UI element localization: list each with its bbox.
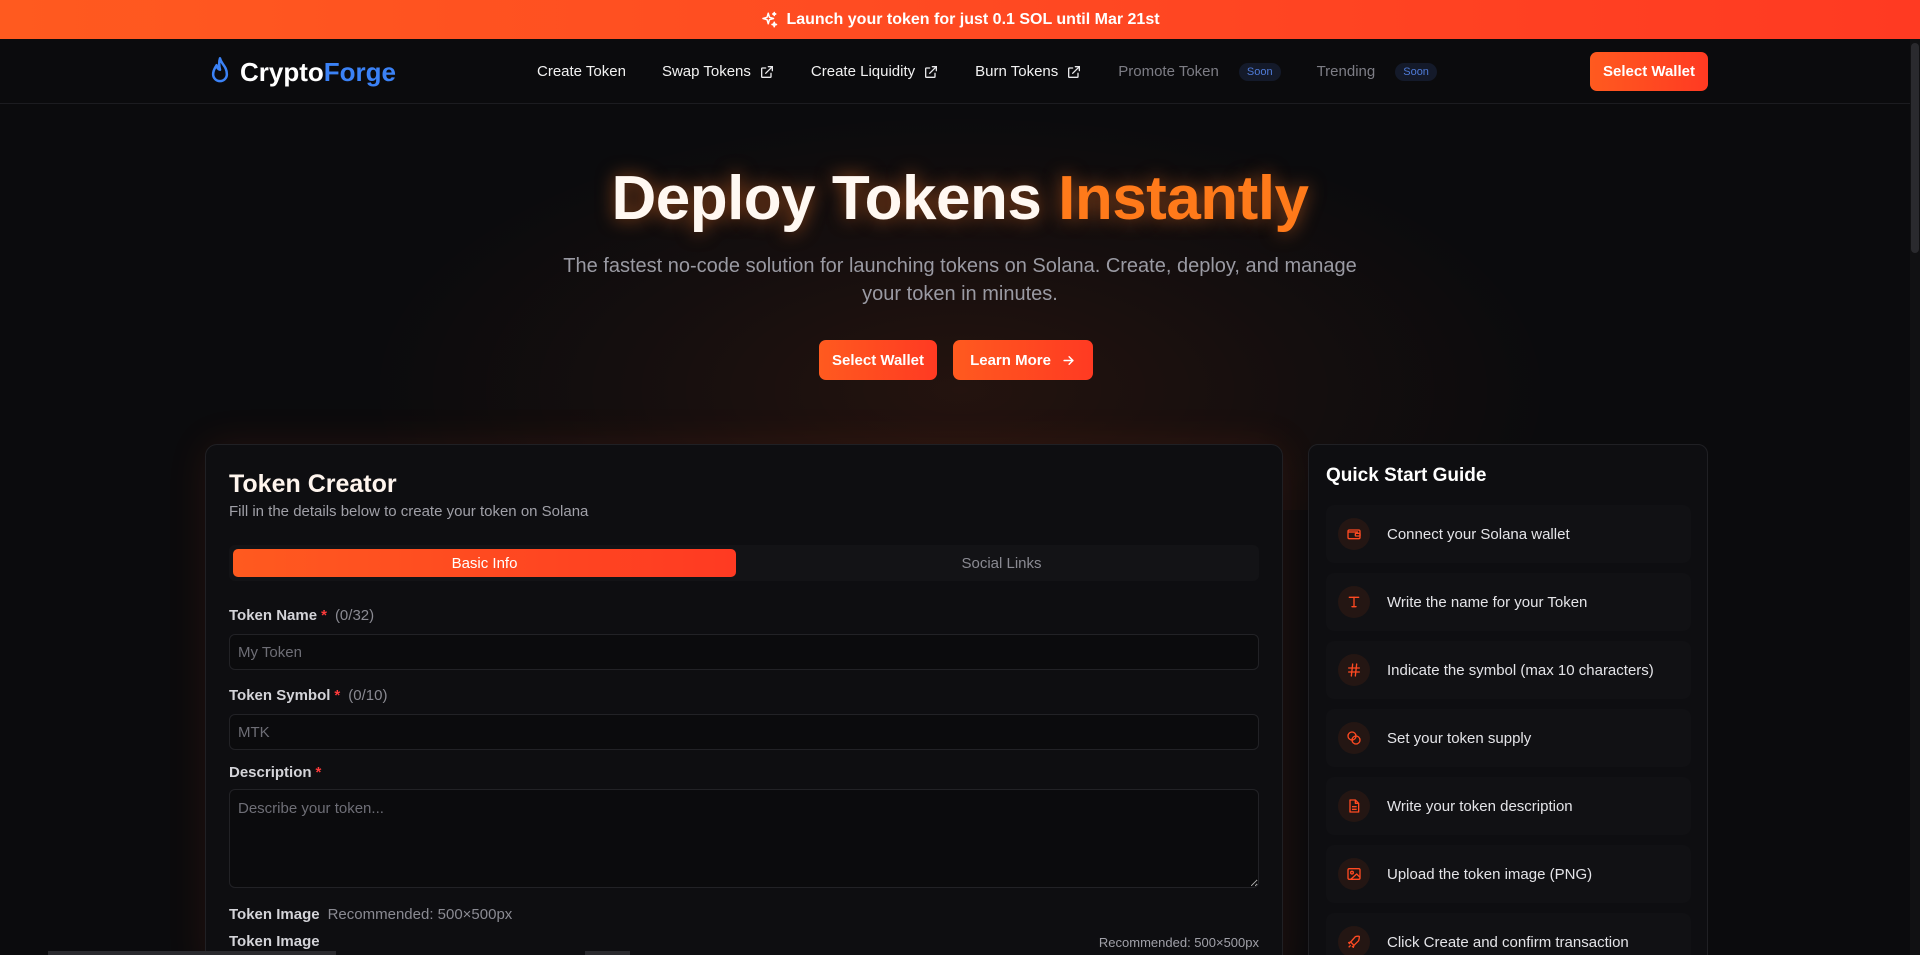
step-text: Set your token supply (1387, 729, 1532, 747)
required-mark: * (321, 607, 327, 624)
creator-tabs: Basic Info Social Links (229, 545, 1259, 581)
nav-label: Swap Tokens (661, 63, 751, 80)
nav-create-token[interactable]: Create Token (537, 63, 626, 80)
nav-select-wallet-button[interactable]: Select Wallet (1590, 52, 1708, 91)
hero-title-part2: Instantly (1058, 164, 1309, 233)
nav-label: Trending (1316, 63, 1376, 80)
hash-icon (1338, 654, 1370, 686)
main-nav: Create Token Swap Tokens Create Liquidit… (537, 39, 1437, 104)
scroll-thumb[interactable] (1911, 43, 1919, 253)
learn-more-button[interactable]: Learn More (953, 340, 1093, 380)
guide-step: Click Create and confirm transaction (1326, 913, 1691, 955)
arrow-right-icon (1063, 355, 1074, 365)
brand-name-part2: Forge (323, 56, 397, 87)
type-icon (1338, 586, 1370, 618)
wallet-icon (1338, 518, 1370, 550)
token-image-label-2: Token Image (229, 933, 320, 950)
guide-title: Quick Start Guide (1326, 465, 1487, 486)
coins-icon (1338, 722, 1370, 754)
card-title: Token Creator (229, 470, 397, 498)
flame-icon (211, 57, 229, 83)
nav-label: Promote Token (1118, 63, 1219, 80)
required-mark: * (315, 764, 322, 781)
soon-badge: Soon (1238, 62, 1281, 81)
token-creator-card: Token Creator Fill in the details below … (205, 444, 1283, 955)
nav-create-liquidity[interactable]: Create Liquidity (811, 63, 939, 80)
top-navbar: Crypto Forge Create Token Swap Tokens Cre… (0, 39, 1920, 104)
hero-subtitle: The fastest no-code solution for launchi… (563, 255, 1357, 305)
hero-title-part1: Deploy Tokens (611, 164, 1042, 233)
image-recommended: Recommended: 500×500px (327, 906, 513, 923)
token-name-label: Token Name * (0/32) (229, 607, 375, 624)
promo-banner: Launch your token for just 0.1 SOL until… (0, 0, 1920, 39)
nav-label: Burn Tokens (975, 63, 1059, 80)
external-link-icon (760, 65, 773, 78)
image-icon (1338, 858, 1370, 890)
step-text: Connect your Solana wallet (1387, 525, 1570, 543)
document-icon (1338, 790, 1370, 822)
char-counter: (0/10) (348, 687, 388, 704)
step-text: Write the name for your Token (1387, 593, 1588, 611)
image-recommended-2: Recommended: 500×500px (1098, 935, 1259, 950)
rocket-icon (1338, 926, 1370, 955)
char-counter: (0/32) (334, 607, 375, 624)
guide-step: Upload the token image (PNG) (1326, 845, 1691, 903)
step-text: Write your token description (1387, 797, 1573, 815)
guide-step: Write your token description (1326, 777, 1691, 835)
guide-step: Indicate the symbol (max 10 characters) (1326, 641, 1691, 699)
brand-logo[interactable]: Crypto Forge (206, 55, 396, 89)
nav-label: Create Token (537, 63, 626, 80)
hero-title: Deploy Tokens Instantly (0, 163, 1920, 234)
horizontal-scroll-track (585, 951, 630, 955)
description-label: Description * (229, 764, 322, 781)
guide-step: Set your token supply (1326, 709, 1691, 767)
brand-name-part1: Crypto (240, 56, 324, 87)
card-subtitle: Fill in the details below to create your… (229, 503, 589, 520)
tab-basic-info[interactable]: Basic Info (233, 549, 736, 577)
hero-select-wallet-button[interactable]: Select Wallet (819, 340, 937, 380)
step-text: Indicate the symbol (max 10 characters) (1387, 661, 1654, 679)
token-symbol-label: Token Symbol * (0/10) (229, 687, 388, 704)
banner-text: Launch your token for just 0.1 SOL until… (786, 10, 1160, 28)
description-textarea[interactable] (229, 789, 1259, 888)
guide-step: Connect your Solana wallet (1326, 505, 1691, 563)
required-mark: * (334, 687, 341, 704)
external-link-icon (1068, 65, 1081, 78)
token-name-input[interactable] (229, 634, 1259, 670)
nav-label: Create Liquidity (810, 63, 916, 80)
nav-promote-token[interactable]: Promote Token Soon (1118, 62, 1281, 81)
guide-step: Write the name for your Token (1326, 573, 1691, 631)
external-link-icon (925, 65, 938, 78)
nav-swap-tokens[interactable]: Swap Tokens (662, 63, 775, 80)
token-symbol-input[interactable] (229, 714, 1259, 750)
horizontal-scroll-track (48, 951, 336, 955)
sparkles-icon (762, 11, 778, 27)
nav-trending[interactable]: Trending Soon (1316, 62, 1437, 81)
tab-social-links[interactable]: Social Links (750, 549, 1253, 577)
nav-burn-tokens[interactable]: Burn Tokens (975, 63, 1082, 80)
step-text: Upload the token image (PNG) (1387, 865, 1593, 883)
quick-start-guide: Quick Start Guide Connect your Solana wa… (1308, 444, 1708, 955)
page-scrollbar[interactable] (1910, 39, 1920, 955)
token-image-label: Token Image Recommended: 500×500px (229, 906, 513, 923)
soon-badge: Soon (1395, 62, 1437, 81)
learn-more-label: Learn More (970, 351, 1051, 369)
step-text: Click Create and confirm transaction (1387, 933, 1629, 951)
